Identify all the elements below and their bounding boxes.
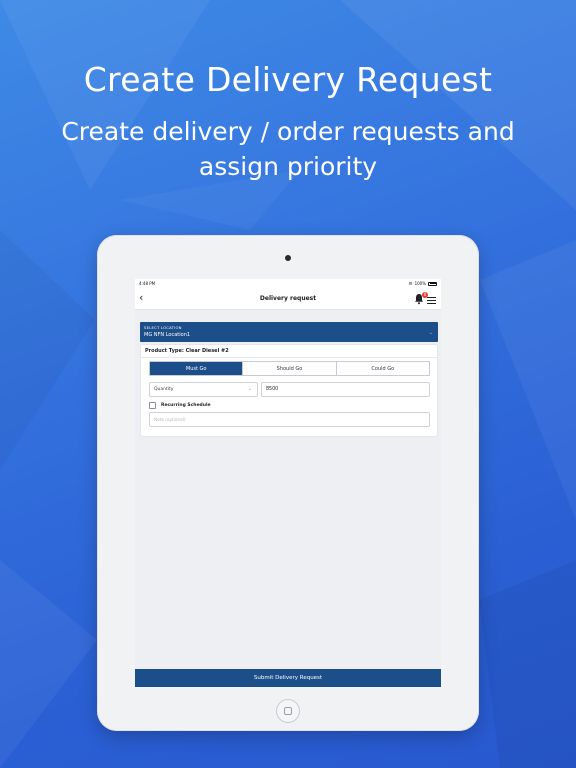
status-bar: 4:48 PM ≋ 100% — [135, 279, 441, 288]
chevron-down-icon: ⌄ — [428, 330, 433, 336]
page-title: Delivery request — [259, 295, 317, 302]
chevron-down-icon: ⌄ — [247, 386, 252, 392]
camera-dot — [285, 255, 291, 261]
location-value: MG NFN Location1 — [144, 332, 191, 338]
battery-percent: 100% — [414, 281, 426, 286]
divider — [141, 357, 437, 358]
recurring-row: Recurring Schedule — [149, 402, 430, 409]
hamburger-menu-icon[interactable] — [427, 297, 436, 304]
location-selector[interactable]: SELECT LOCATION MG NFN Location1 ⌄ — [140, 322, 438, 342]
app-screen: 4:48 PM ≋ 100% ‹ Delivery request 0 SELE… — [135, 279, 441, 687]
tablet-frame: 4:48 PM ≋ 100% ‹ Delivery request 0 SELE… — [97, 235, 479, 731]
home-square-icon — [284, 707, 292, 715]
status-time: 4:48 PM — [139, 281, 156, 286]
product-type: Product Type: Clear Diesel #2 — [145, 348, 229, 354]
priority-should-go[interactable]: Should Go — [243, 362, 337, 375]
priority-segmented-control: Must Go Should Go Could Go — [149, 361, 430, 376]
note-input[interactable]: Note (optional) — [149, 412, 430, 427]
nav-bar: ‹ Delivery request 0 — [135, 288, 441, 310]
marketing-headline: Create Delivery Request — [83, 60, 493, 99]
wifi-icon: ≋ — [408, 280, 413, 287]
battery-icon — [428, 281, 437, 286]
order-card: Product Type: Clear Diesel #2 Must Go Sh… — [141, 345, 437, 436]
recurring-checkbox[interactable] — [149, 402, 156, 409]
recurring-label: Recurring Schedule — [161, 403, 211, 408]
location-label: SELECT LOCATION — [144, 325, 182, 330]
submit-delivery-request-button[interactable]: Submit Delivery Request — [135, 669, 441, 687]
quantity-input[interactable]: 8500 — [261, 382, 430, 397]
status-right: ≋ 100% — [408, 281, 437, 287]
unit-select-value: Quantity — [154, 387, 174, 392]
unit-select[interactable]: Quantity ⌄ — [149, 382, 258, 397]
priority-could-go[interactable]: Could Go — [337, 362, 429, 375]
priority-must-go[interactable]: Must Go — [150, 362, 244, 375]
marketing-subline: Create delivery / order requests and ass… — [61, 117, 515, 181]
home-button[interactable] — [276, 699, 300, 723]
chevron-left-icon[interactable]: ‹ — [139, 292, 143, 304]
quantity-row: Quantity ⌄ 8500 — [149, 382, 430, 397]
